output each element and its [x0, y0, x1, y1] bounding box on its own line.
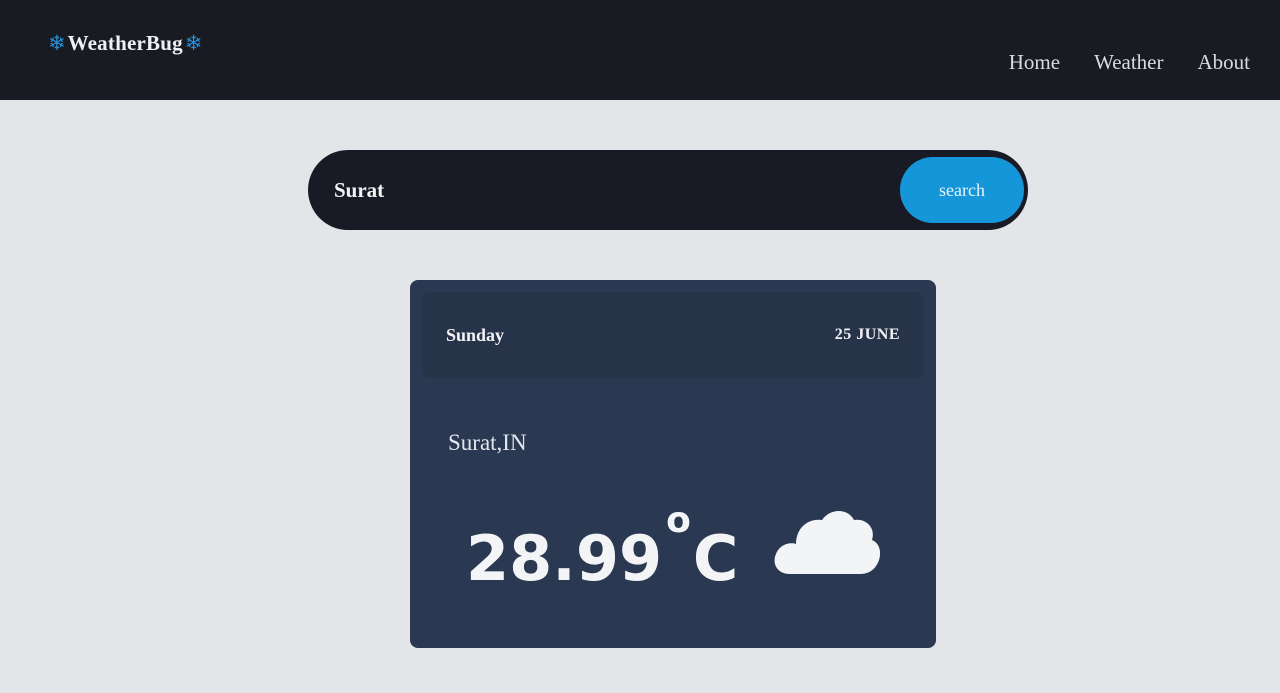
city-label: Surat,IN [448, 430, 527, 455]
search-bar: search [308, 150, 1028, 230]
weather-card: Sunday 25 JUNE Surat,IN 28.99 o C [410, 280, 936, 648]
temperature-display: 28.99 o C [466, 492, 738, 595]
brand-logo[interactable]: ❄ WeatherBug ❄ [48, 31, 202, 56]
card-header: Sunday 25 JUNE [422, 292, 924, 378]
search-input[interactable] [334, 177, 854, 203]
nav-link-weather[interactable]: Weather [1094, 50, 1163, 75]
unit-label: C [692, 522, 739, 595]
snowflake-icon: ❄ [48, 30, 66, 55]
nav-link-about[interactable]: About [1198, 50, 1251, 75]
nav-link-home[interactable]: Home [1009, 50, 1060, 75]
date-label: 25 JUNE [834, 326, 900, 343]
temperature-unit: o C [666, 492, 738, 595]
navbar: ❄ WeatherBug ❄ Home Weather About [0, 0, 1280, 100]
snowflake-icon: ❄ [184, 30, 203, 55]
degree-symbol: o [666, 500, 691, 541]
cloud-icon [774, 511, 881, 574]
search-button[interactable]: search [900, 157, 1024, 223]
nav-links: Home Weather About [1009, 50, 1250, 75]
page: ❄ WeatherBug ❄ Home Weather About search… [0, 0, 1280, 693]
temperature-value: 28.99 [466, 522, 663, 595]
brand-name: WeatherBug [67, 30, 183, 55]
day-label: Sunday [446, 324, 505, 345]
